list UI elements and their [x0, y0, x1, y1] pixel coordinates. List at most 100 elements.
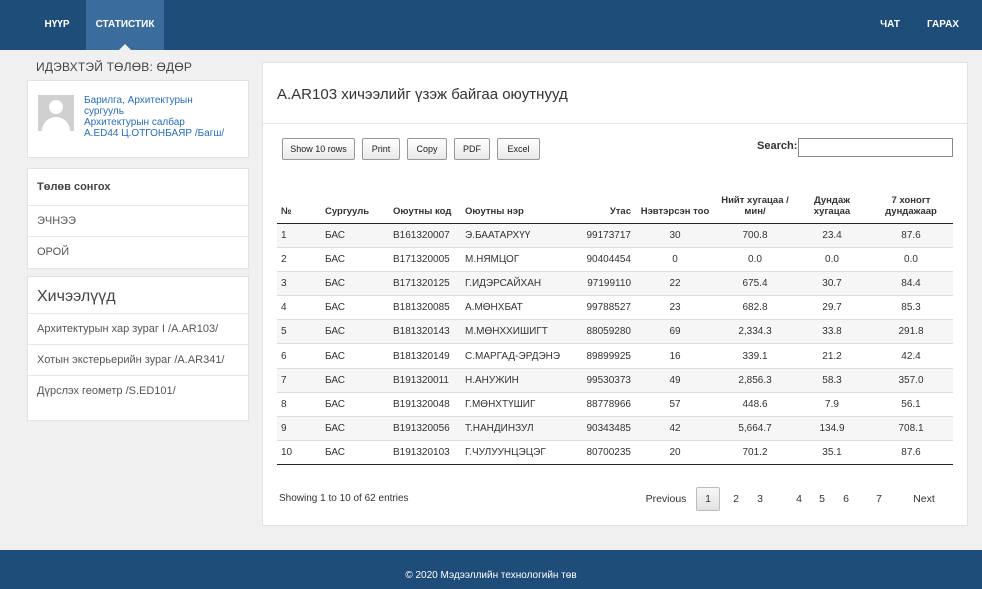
pagination-page-2[interactable]: 2	[729, 487, 743, 511]
cell-student-code[interactable]: B171320005	[389, 246, 461, 272]
cell-total-time: 2,334.3	[715, 319, 795, 344]
cell-no: 5	[277, 319, 321, 344]
pagination-page-5[interactable]: 5	[815, 487, 829, 511]
cell-student-name[interactable]: Т.НАНДИНЗУЛ	[461, 415, 572, 441]
cell-total-time: 701.2	[715, 440, 795, 466]
profile-department: Архитектурын салбар	[84, 117, 185, 128]
nav-logout-link[interactable]: ГАРАХ	[920, 0, 966, 50]
cell-student-code[interactable]: B181320143	[389, 319, 461, 344]
cell-phone: 80700235	[572, 440, 635, 466]
cell-student-name[interactable]: М.МӨНХХИШИГТ	[461, 319, 572, 344]
cell-no: 8	[277, 391, 321, 417]
cell-logins: 22	[635, 270, 715, 296]
cell-school: БАС	[321, 367, 389, 393]
col-header-total[interactable]: Нийт хугацаа /мин/	[715, 173, 795, 224]
pagination-page-6[interactable]: 6	[839, 487, 853, 511]
cell-avg-time: 134.9	[795, 415, 869, 441]
cell-avg-time: 7.9	[795, 391, 869, 417]
pagination-page-1[interactable]: 1	[696, 487, 720, 511]
cell-student-code[interactable]: B191320011	[389, 367, 461, 393]
cell-student-name[interactable]: Г.ЧУЛУУНЦЭЦЭГ	[461, 440, 572, 466]
col-header-no[interactable]: №	[277, 173, 321, 224]
course-item-ar103[interactable]: Архитектурын хар зураг I /A.AR103/	[28, 314, 248, 345]
semester-item-day[interactable]: ЭЧНЭЭ	[28, 206, 248, 237]
course-item-ar341[interactable]: Хотын экстерьерийн зураг /A.AR341/	[28, 345, 248, 376]
semester-select-heading: Төлөв сонгох	[28, 169, 248, 206]
cell-student-name[interactable]: Г.МӨНХТҮШИГ	[461, 391, 572, 417]
cell-student-name[interactable]: А.МӨНХБАТ	[461, 295, 572, 320]
cell-weekly-avg: 85.3	[869, 295, 953, 320]
cell-student-name[interactable]: М.НЯМЦОГ	[461, 246, 572, 272]
cell-weekly-avg: 84.4	[869, 270, 953, 296]
cell-student-code[interactable]: B171320125	[389, 270, 461, 296]
cell-weekly-avg: 0.0	[869, 246, 953, 272]
cell-student-name[interactable]: Н.АНУЖИН	[461, 367, 572, 393]
copy-button[interactable]: Copy	[407, 138, 447, 160]
col-header-avg[interactable]: Дундаж хугацаа	[795, 173, 869, 224]
search-label: Search:	[757, 140, 798, 152]
col-header-logins[interactable]: Нэвтэрсэн тоо	[635, 173, 715, 224]
cell-school: БАС	[321, 270, 389, 296]
cell-total-time: 682.8	[715, 295, 795, 320]
col-header-week[interactable]: 7 хоногт дундажаар	[869, 173, 953, 224]
cell-no: 9	[277, 415, 321, 441]
col-header-name[interactable]: Оюутны нэр	[461, 173, 572, 224]
cell-avg-time: 30.7	[795, 270, 869, 296]
cell-logins: 57	[635, 391, 715, 417]
table-row: 5 БАС B181320143 М.МӨНХХИШИГТ 88059280 69 2,33…	[277, 319, 953, 344]
pdf-button[interactable]: PDF	[454, 138, 490, 160]
cell-weekly-avg: 42.4	[869, 343, 953, 369]
table-row: 9 БАС B191320056 Т.НАНДИНЗУЛ 90343485 42 5,664…	[277, 415, 953, 441]
show-rows-button[interactable]: Show 10 rows	[282, 138, 355, 160]
pagination-next[interactable]: Next	[909, 487, 939, 511]
cell-total-time: 339.1	[715, 343, 795, 369]
cell-phone: 99173717	[572, 222, 635, 248]
cell-phone: 88059280	[572, 319, 635, 344]
cell-phone: 90404454	[572, 246, 635, 272]
pagination-page-4[interactable]: 4	[792, 487, 806, 511]
excel-button[interactable]: Excel	[497, 138, 540, 160]
cell-school: БАС	[321, 246, 389, 272]
table-row: 7 БАС B191320011 Н.АНУЖИН 99530373 49 2,856.3 5…	[277, 367, 953, 393]
cell-student-code[interactable]: B181320085	[389, 295, 461, 320]
cell-total-time: 700.8	[715, 222, 795, 248]
cell-logins: 16	[635, 343, 715, 369]
course-item-ed101[interactable]: Дүрслэх геометр /S.ED101/	[28, 376, 248, 407]
cell-school: БАС	[321, 415, 389, 441]
table-row: 6 БАС B181320149 С.МАРГАД-ЭРДЭНЭ 89899925 16 3…	[277, 343, 953, 369]
cell-student-code[interactable]: B161320007	[389, 222, 461, 248]
pagination-page-3[interactable]: 3	[753, 487, 767, 511]
col-header-phone[interactable]: Утас	[572, 173, 635, 224]
col-header-code[interactable]: Оюутны код	[389, 173, 461, 224]
cell-phone: 99788527	[572, 295, 635, 320]
courses-heading: Хичээлүүд	[28, 277, 248, 314]
cell-logins: 42	[635, 415, 715, 441]
pagination-page-7[interactable]: 7	[872, 487, 886, 511]
cell-student-code[interactable]: B181320149	[389, 343, 461, 369]
col-header-school[interactable]: Сургууль	[321, 173, 389, 224]
nav-home-link[interactable]: НҮҮР	[36, 0, 78, 50]
cell-no: 3	[277, 270, 321, 296]
search-input[interactable]	[798, 138, 953, 157]
nav-chat-link[interactable]: ЧАТ	[870, 0, 910, 50]
table-row: 10 БАС B191320103 Г.ЧУЛУУНЦЭЦЭГ 80700235 20 70…	[277, 440, 953, 466]
print-button[interactable]: Print	[362, 138, 400, 160]
cell-total-time: 448.6	[715, 391, 795, 417]
cell-student-name[interactable]: Э.БААТАРХҮҮ	[461, 222, 572, 248]
cell-student-code[interactable]: B191320056	[389, 415, 461, 441]
cell-student-code[interactable]: B191320103	[389, 440, 461, 466]
cell-student-code[interactable]: B191320048	[389, 391, 461, 417]
semester-item-evening[interactable]: ОРОЙ	[28, 237, 248, 268]
cell-avg-time: 35.1	[795, 440, 869, 466]
cell-avg-time: 58.3	[795, 367, 869, 393]
cell-school: БАС	[321, 295, 389, 320]
cell-avg-time: 33.8	[795, 319, 869, 344]
nav-statistics-link[interactable]: СТАТИСТИК	[86, 0, 164, 50]
cell-no: 2	[277, 246, 321, 272]
pagination-previous[interactable]: Previous	[641, 487, 691, 511]
cell-student-name[interactable]: Г.ИДЭРСАЙХАН	[461, 270, 572, 296]
cell-logins: 30	[635, 222, 715, 248]
courses-panel: Хичээлүүд Архитектурын хар зураг I /A.AR…	[27, 276, 249, 421]
cell-school: БАС	[321, 391, 389, 417]
cell-student-name[interactable]: С.МАРГАД-ЭРДЭНЭ	[461, 343, 572, 369]
